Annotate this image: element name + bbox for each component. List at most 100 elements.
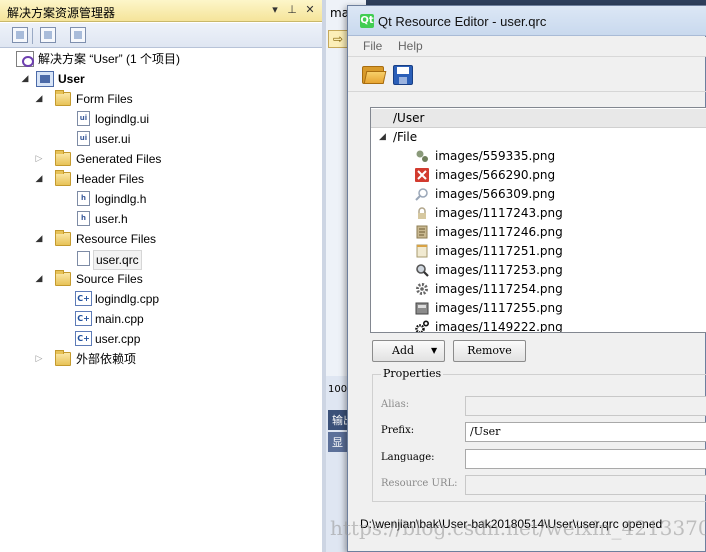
add-button[interactable]: Add ▼ xyxy=(372,340,445,362)
folder-label: Header Files xyxy=(76,172,145,186)
external-deps-folder-icon xyxy=(55,350,71,366)
solution-explorer-panel: 解决方案资源管理器 ▾ ⊥ ✕ 解决方案 “User” (1 个项目) ◢ Us… xyxy=(0,0,322,552)
solution-explorer-toolbar xyxy=(0,23,322,48)
close-icon[interactable]: ✕ xyxy=(303,3,317,17)
header-file-icon: h xyxy=(77,211,90,226)
file-label: main.cpp xyxy=(95,312,144,326)
tree-prefix-user[interactable]: /User xyxy=(371,109,706,128)
prefix-label: /File xyxy=(393,130,418,144)
pin-icon[interactable]: ⊥ xyxy=(285,3,299,17)
folder-icon xyxy=(55,170,71,186)
save-icon[interactable] xyxy=(393,65,413,85)
tree-file-user-ui[interactable]: ui user.ui xyxy=(0,129,320,149)
prefix-field[interactable]: /User xyxy=(465,422,706,442)
remove-button[interactable]: Remove xyxy=(453,340,526,362)
language-label: Language: xyxy=(381,452,435,463)
tree-resource-file[interactable]: images/1117255.png xyxy=(371,299,706,318)
gear-icon xyxy=(416,283,428,295)
tree-folder-header-files[interactable]: ◢ Header Files xyxy=(0,169,320,189)
dropdown-icon[interactable]: ▾ xyxy=(268,3,282,17)
file-label: user.qrc xyxy=(93,250,142,270)
qt-app-icon: Qt xyxy=(360,14,374,28)
tree-item-solution[interactable]: 解决方案 “User” (1 个项目) xyxy=(0,49,320,69)
tree-file-user-qrc[interactable]: user.qrc xyxy=(0,249,320,270)
resource-path: images/1117255.png xyxy=(435,301,563,315)
tree-file-user-cpp[interactable]: C+ user.cpp xyxy=(0,329,320,349)
properties-icon[interactable] xyxy=(12,27,28,43)
tree-file-logindlg-h[interactable]: h logindlg.h xyxy=(0,189,320,209)
resource-url-label: Resource URL: xyxy=(381,478,458,489)
close-red-icon xyxy=(415,168,429,182)
expand-arrow-icon[interactable]: ◢ xyxy=(34,89,44,109)
tree-folder-generated-files[interactable]: ▷ Generated Files xyxy=(0,149,320,169)
tree-folder-source-files[interactable]: ◢ Source Files xyxy=(0,269,320,289)
gears-icon xyxy=(415,320,429,332)
status-bar: D:\wenjian\bak\User-bak20180514\User\use… xyxy=(348,513,706,552)
language-field[interactable] xyxy=(465,449,706,469)
zoom-icon xyxy=(416,264,429,277)
tree-resource-file[interactable]: images/1149222.png xyxy=(371,318,706,332)
folder-open-icon[interactable] xyxy=(362,64,387,84)
document-icon xyxy=(416,225,428,239)
status-text: D:\wenjian\bak\User-bak20180514\User\use… xyxy=(360,517,663,531)
tree-resource-file[interactable]: images/1117243.png xyxy=(371,204,706,223)
show-all-files-icon[interactable] xyxy=(40,27,56,43)
tree-file-user-h[interactable]: h user.h xyxy=(0,209,320,229)
config-icon xyxy=(416,150,428,162)
prefix-label: Prefix: xyxy=(381,425,415,436)
resource-url-field[interactable] xyxy=(465,475,706,495)
collapse-arrow-icon[interactable]: ▷ xyxy=(34,149,44,169)
folder-label: Form Files xyxy=(76,92,133,106)
tree-resource-file[interactable]: images/1117251.png xyxy=(371,242,706,261)
tree-file-main-cpp[interactable]: C+ main.cpp xyxy=(0,309,320,329)
tree-resource-file[interactable]: images/1117253.png xyxy=(371,261,706,280)
tree-resource-file[interactable]: images/1117254.png xyxy=(371,280,706,299)
folder-label: Source Files xyxy=(76,272,143,286)
window-titlebar[interactable]: Qt Qt Resource Editor - user.qrc xyxy=(348,6,706,36)
project-icon xyxy=(36,71,54,87)
dropdown-arrow-icon[interactable]: ▼ xyxy=(431,341,437,361)
tree-resource-file[interactable]: images/566309.png xyxy=(371,185,706,204)
zoom-level[interactable]: 100 xyxy=(328,384,347,395)
resource-tree[interactable]: /User ◢ /File images/559335.png images/5… xyxy=(370,107,706,333)
tree-resource-file[interactable]: images/559335.png xyxy=(371,147,706,166)
file-label: logindlg.cpp xyxy=(95,292,160,306)
tree-folder-external-deps[interactable]: ▷ 外部依赖项 xyxy=(0,349,320,369)
solution-explorer-titlebar: 解决方案资源管理器 ▾ ⊥ ✕ xyxy=(0,0,322,22)
tree-resource-file[interactable]: images/1117246.png xyxy=(371,223,706,242)
expand-arrow-icon[interactable]: ◢ xyxy=(34,229,44,249)
resource-path: images/1117243.png xyxy=(435,206,563,220)
tree-file-logindlg-cpp[interactable]: C+ logindlg.cpp xyxy=(0,289,320,309)
tree-resource-file[interactable]: images/566290.png xyxy=(371,166,706,185)
ui-file-icon: ui xyxy=(77,131,90,146)
expand-arrow-icon[interactable]: ◢ xyxy=(20,69,30,89)
collapse-arrow-icon[interactable]: ▷ xyxy=(34,349,44,369)
tree-folder-form-files[interactable]: ◢ Form Files xyxy=(0,89,320,109)
view-class-diagram-icon[interactable] xyxy=(70,27,86,43)
properties-title: Properties xyxy=(381,367,444,380)
menubar: File Help xyxy=(348,37,706,57)
expand-arrow-icon[interactable]: ◢ xyxy=(379,128,386,147)
add-button-label: Add xyxy=(392,344,415,357)
file-label: user.cpp xyxy=(95,332,141,346)
tree-folder-resource-files[interactable]: ◢ Resource Files xyxy=(0,229,320,249)
expand-arrow-icon[interactable]: ◢ xyxy=(34,169,44,189)
menu-help[interactable]: Help xyxy=(398,39,423,53)
alias-field[interactable] xyxy=(465,396,706,416)
expand-arrow-icon[interactable]: ◢ xyxy=(34,269,44,289)
folder-icon xyxy=(55,230,71,246)
tree-file-logindlg-ui[interactable]: ui logindlg.ui xyxy=(0,109,320,129)
alias-label: Alias: xyxy=(381,399,410,410)
menu-file[interactable]: File xyxy=(363,39,382,53)
file-label: logindlg.ui xyxy=(95,112,150,126)
tree-prefix-file[interactable]: ◢ /File xyxy=(371,128,706,147)
resource-path: images/566290.png xyxy=(435,168,556,182)
resource-path: images/1117254.png xyxy=(435,282,563,296)
prefix-label: /User xyxy=(393,111,425,125)
toolbar-separator xyxy=(32,28,33,44)
tree-item-project[interactable]: ◢ User xyxy=(0,69,320,89)
resource-path: images/566309.png xyxy=(435,187,556,201)
resource-path: images/1117253.png xyxy=(435,263,563,277)
file-label: user.h xyxy=(95,212,128,226)
qt-resource-editor-window: Qt Qt Resource Editor - user.qrc File He… xyxy=(347,5,706,552)
